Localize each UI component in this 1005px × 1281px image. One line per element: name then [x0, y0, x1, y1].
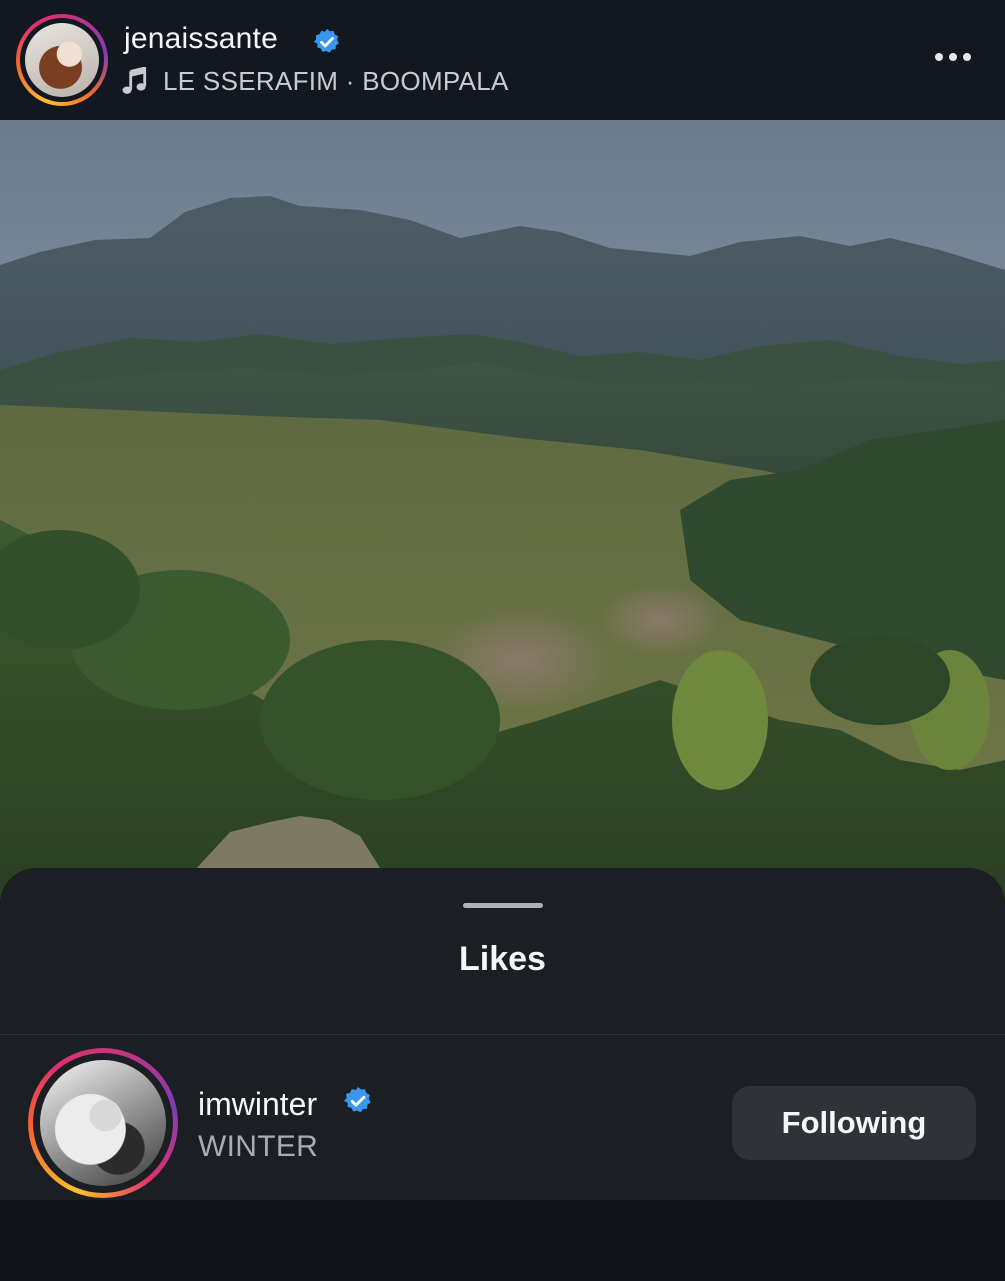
music-note-icon [122, 67, 147, 94]
author-username[interactable]: jenaissante [124, 22, 278, 56]
author-avatar[interactable] [16, 14, 108, 106]
music-track: BOOMPALA [362, 66, 509, 96]
verified-badge-icon [342, 1251, 372, 1281]
likes-sheet: Likes imwinter WINTER Following [0, 868, 1005, 1200]
landscape-image [0, 120, 1005, 900]
post-photo[interactable] [0, 120, 1005, 900]
music-artist: LE SSERAFIM [163, 66, 339, 96]
liker-avatar-image [40, 1060, 166, 1186]
sheet-divider [0, 1034, 1005, 1035]
sheet-drag-handle[interactable] [463, 903, 543, 908]
liker-avatar[interactable] [28, 1048, 178, 1198]
liker-full-name: WINTER [198, 1130, 319, 1163]
audio-attribution[interactable]: LE SSERAFIM · BOOMPALA [163, 66, 509, 97]
liker-row[interactable]: imwinter WINTER Following [0, 1048, 1005, 1200]
liker-username[interactable]: imwinter [198, 1086, 317, 1123]
liker-verified-badge-icon [344, 1087, 371, 1113]
sheet-title: Likes [459, 940, 546, 978]
more-horizontal-icon[interactable] [934, 50, 972, 64]
verified-badge-icon [313, 28, 339, 53]
author-avatar-image [25, 23, 99, 97]
following-button[interactable]: Following [732, 1086, 976, 1160]
music-separator: · [345, 66, 355, 96]
post-header: jenaissante LE SSERAFIM · BOOMPALA [0, 0, 1005, 120]
